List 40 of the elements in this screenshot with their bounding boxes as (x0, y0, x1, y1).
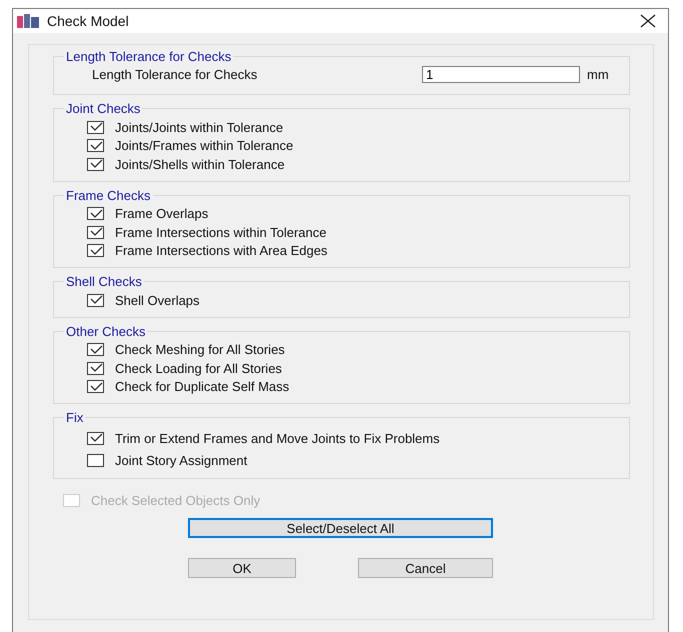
checkbox-label: Frame Intersections with Area Edges (115, 243, 328, 258)
checkbox[interactable] (87, 120, 104, 134)
window-title: Check Model (47, 13, 130, 29)
checkbox[interactable] (87, 380, 104, 394)
checkbox-label: Joints/Shells within Tolerance (115, 156, 285, 172)
group-title: Shell Checks (65, 274, 143, 289)
checkbox[interactable] (87, 454, 104, 466)
group-title: Joint Checks (65, 101, 142, 116)
group-title: Other Checks (65, 324, 146, 338)
checkbox[interactable] (87, 139, 104, 152)
cancel-button[interactable]: Cancel (358, 558, 493, 578)
group-title: Frame Checks (65, 188, 152, 202)
checkbox-label: Joints/Joints within Tolerance (115, 120, 284, 135)
checkbox[interactable] (87, 343, 104, 356)
checkbox-label: Check Selected Objects Only (91, 493, 260, 508)
checkbox-label: Frame Intersections within Tolerance (115, 224, 326, 240)
select-all-button[interactable]: Select/Deselect All (188, 518, 493, 538)
checkbox[interactable] (87, 158, 104, 171)
close-icon[interactable] (640, 14, 656, 28)
checkbox-label: Check Loading for All Stories (115, 360, 282, 376)
checkbox[interactable] (87, 362, 104, 375)
checkbox[interactable] (87, 226, 104, 239)
checkbox[interactable] (87, 244, 104, 258)
app-icon (17, 14, 39, 28)
group-title: Length Tolerance for Checks (65, 49, 232, 64)
checkbox[interactable] (87, 294, 104, 307)
checkbox-label: Frame Overlaps (115, 206, 208, 222)
checkbox-label: Joints/Frames within Tolerance (115, 138, 294, 154)
unit-label: mm (587, 67, 609, 82)
checkbox-label: Joint Story Assignment (115, 452, 248, 468)
ok-button[interactable]: OK (188, 558, 296, 578)
field-label: Length Tolerance for Checks (92, 67, 258, 82)
checkbox-label: Check for Duplicate Self Mass (115, 379, 290, 394)
checkbox[interactable] (87, 207, 104, 220)
checkbox[interactable] (87, 432, 104, 444)
group-title: Fix (65, 410, 84, 425)
checkbox-label: Check Meshing for All Stories (115, 342, 285, 358)
tolerance-field[interactable]: 1 (422, 66, 580, 83)
checkbox-label: Trim or Extend Frames and Move Joints to Fix Problems (115, 430, 440, 446)
checkbox-label: Shell Overlaps (115, 292, 200, 308)
